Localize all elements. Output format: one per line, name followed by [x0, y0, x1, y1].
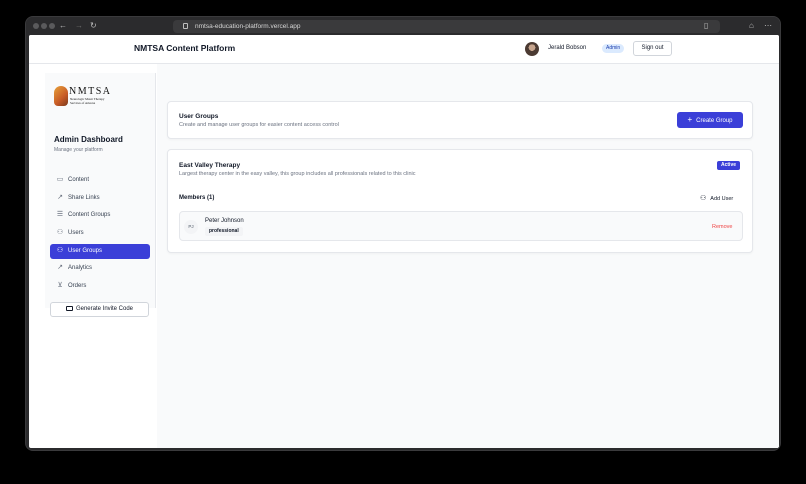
mail-icon [65, 305, 73, 311]
sidebar-item-content[interactable]: ▭ Content [50, 173, 150, 188]
avatar [525, 42, 539, 56]
remove-member-button[interactable]: Remove [712, 224, 732, 230]
sidebar-item-label: Content Groups [68, 212, 111, 219]
invite-button-label: Generate Invite Code [75, 306, 134, 312]
page-title: User Groups [179, 113, 219, 120]
sign-out-button[interactable]: Sign out [633, 41, 672, 56]
logo-wordmark: NMTSA [69, 86, 112, 97]
sidebar-item-share-links[interactable]: ↗ Share Links [50, 191, 150, 206]
group-card: East Valley Therapy Largest therapy cent… [167, 149, 753, 253]
sidebar-item-label: Users [68, 230, 84, 237]
cart-icon: ⊻ [57, 282, 63, 290]
member-role-badge: professional [205, 227, 243, 236]
user-groups-header-card: User Groups Create and manage user group… [167, 101, 753, 139]
sidebar-item-label: Orders [68, 283, 87, 290]
sidebar-title: Admin Dashboard [54, 135, 123, 144]
sidebar-item-content-groups[interactable]: ☰ Content Groups [50, 208, 150, 223]
group-description: Largest therapy center in the easy valle… [179, 171, 416, 177]
more-icon[interactable]: ⋯ [764, 20, 772, 32]
trend-icon: ↗ [57, 264, 63, 272]
list-icon: ☰ [56, 211, 64, 219]
sidebar-item-orders[interactable]: ⊻ Orders [50, 279, 150, 294]
logo-head-icon [54, 86, 68, 106]
sidebar-item-label: User Groups [68, 247, 103, 254]
browser-toolbar: ← → ↻ nmtsa-education-platform.vercel.ap… [26, 17, 780, 35]
add-user-button[interactable]: ⚇ Add User [700, 194, 733, 202]
sidebar-item-label: Share Links [68, 194, 100, 201]
member-row: PJ Peter Johnson professional Remove [179, 211, 743, 241]
top-navigation: NMTSA Content Platform Jerald Bobson Adm… [29, 35, 779, 64]
add-user-label: Add User [710, 196, 734, 202]
member-avatar: PJ [184, 220, 198, 234]
add-user-icon: ⚇ [700, 195, 707, 202]
address-bar[interactable]: nmtsa-education-platform.vercel.app ▯ [173, 20, 720, 33]
brand-title[interactable]: NMTSA Content Platform [134, 43, 235, 53]
sidebar-item-label: Content [68, 177, 90, 183]
sidebar-item-analytics[interactable]: ↗ Analytics [50, 261, 150, 276]
user-name: Jerald Bobson [548, 45, 587, 51]
external-link-icon: ↗ [57, 193, 63, 201]
sidebar: NMTSA Neurologic Music Therapy Services … [45, 73, 156, 317]
sidebar-item-users[interactable]: ⚇ Users [50, 226, 150, 241]
logo-tagline: Neurologic Music Therapy Services of Ari… [70, 97, 105, 105]
status-badge: Active [717, 161, 741, 170]
role-badge: Admin [602, 44, 625, 53]
group-name: East Valley Therapy [179, 162, 241, 169]
browser-window: ← → ↻ nmtsa-education-platform.vercel.ap… [25, 16, 781, 451]
generate-invite-code-button[interactable]: Generate Invite Code [50, 302, 149, 317]
minimize-window-button[interactable] [41, 23, 47, 29]
page-description: Create and manage user groups for easier… [179, 122, 339, 128]
extension-icon[interactable]: ⌂ [749, 20, 754, 32]
forward-icon[interactable]: → [75, 20, 83, 32]
create-group-button[interactable]: + Create Group [677, 112, 743, 128]
bookmark-icon[interactable]: ▯ [704, 20, 708, 32]
users-icon: ⚇ [56, 229, 64, 237]
nmtsa-logo: NMTSA Neurologic Music Therapy Services … [54, 86, 118, 108]
url-text: nmtsa-education-platform.vercel.app [195, 23, 301, 30]
main-content: User Groups Create and manage user group… [157, 64, 779, 448]
page: NMTSA Content Platform Jerald Bobson Adm… [29, 35, 779, 448]
plus-icon: + [687, 115, 693, 124]
reload-icon[interactable]: ↻ [90, 20, 97, 32]
sidebar-item-label: Analytics [68, 265, 93, 272]
sidebar-nav: ▭ Content ↗ Share Links ☰ Content Groups… [50, 173, 150, 297]
close-window-button[interactable] [33, 23, 39, 29]
members-count: Members (1) [179, 195, 215, 201]
lock-icon [183, 23, 188, 29]
back-icon[interactable]: ← [59, 20, 67, 32]
member-name: Peter Johnson [205, 218, 244, 224]
user-group-icon: ⚇ [56, 246, 64, 254]
maximize-window-button[interactable] [49, 23, 55, 29]
sidebar-item-user-groups[interactable]: ⚇ User Groups [50, 243, 150, 259]
folder-icon: ▭ [56, 176, 64, 183]
sidebar-subtitle: Manage your platform [54, 147, 103, 153]
create-group-label: Create Group [696, 118, 733, 124]
